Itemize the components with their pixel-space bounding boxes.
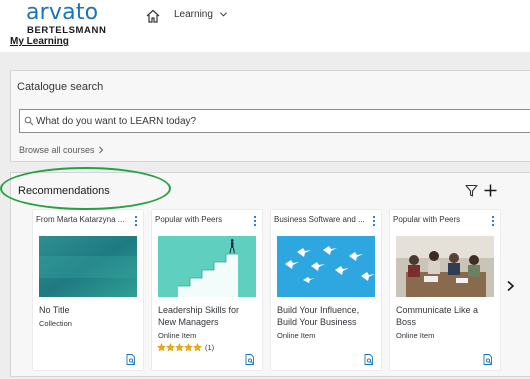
logo-main-text: arvato xyxy=(26,0,99,25)
tile-type: Online Item xyxy=(277,331,316,340)
more-options-icon[interactable] xyxy=(134,215,138,227)
star-icon xyxy=(193,343,202,352)
document-search-icon[interactable] xyxy=(483,354,493,365)
tile-type: Online Item xyxy=(396,331,435,340)
tile-header: Popular with Peers xyxy=(155,215,223,224)
browse-all-courses-label: Browse all courses xyxy=(19,145,95,155)
learning-menu-label: Learning xyxy=(174,9,213,20)
star-icon xyxy=(166,343,175,352)
browse-all-courses-link[interactable]: Browse all courses xyxy=(19,145,104,155)
tile-header: Business Software and ... xyxy=(274,215,365,224)
document-search-icon[interactable] xyxy=(364,354,374,365)
recommendation-tile[interactable]: From Marta Katarzyna ... No Title Collec… xyxy=(33,210,143,370)
logo-sub-text: BERTELSMANN xyxy=(27,25,107,36)
top-bar: arvato BERTELSMANN Learning My Learning xyxy=(0,0,530,52)
star-rating: (1) xyxy=(157,343,214,352)
star-icon xyxy=(184,343,193,352)
tile-type: Online Item xyxy=(158,331,197,340)
star-icon xyxy=(175,343,184,352)
search-box[interactable] xyxy=(19,109,530,133)
recommendation-tile[interactable]: Popular with Peers Communicate Like a Bo… xyxy=(390,210,500,370)
more-options-icon[interactable] xyxy=(491,215,495,227)
chevron-right-icon[interactable] xyxy=(506,280,515,292)
recommendation-tile[interactable]: Business Software and ... Build Your Inf… xyxy=(271,210,381,370)
rating-count: (1) xyxy=(205,343,215,352)
search-input[interactable] xyxy=(36,110,526,132)
tile-title: Communicate Like a Boss xyxy=(396,305,479,327)
tile-title: Build Your Influence, Build Your Busines… xyxy=(277,305,360,327)
filter-icon[interactable] xyxy=(465,184,478,197)
search-icon xyxy=(24,116,34,126)
more-options-icon[interactable] xyxy=(253,215,257,227)
tile-image xyxy=(396,236,494,297)
tile-image xyxy=(158,236,256,297)
catalogue-search-panel: Catalogue search Browse all courses xyxy=(10,70,530,162)
tile-title: No Title xyxy=(39,305,70,315)
tile-type: Collection xyxy=(39,319,72,328)
more-options-icon[interactable] xyxy=(372,215,376,227)
recommendation-tile[interactable]: Popular with Peers Leadership Skills for… xyxy=(152,210,262,370)
home-icon[interactable] xyxy=(145,8,161,24)
document-search-icon[interactable] xyxy=(245,354,255,365)
tile-image xyxy=(277,236,375,297)
highlight-annotation-oval xyxy=(0,167,171,210)
tile-image xyxy=(39,236,137,297)
chevron-down-icon xyxy=(219,12,227,17)
tile-header: From Marta Katarzyna ... xyxy=(36,215,125,224)
learning-menu[interactable]: Learning xyxy=(174,9,228,20)
add-icon[interactable] xyxy=(484,184,497,197)
tile-header: Popular with Peers xyxy=(393,215,461,224)
star-icon xyxy=(157,343,166,352)
document-search-icon[interactable] xyxy=(126,354,136,365)
catalogue-search-title: Catalogue search xyxy=(17,81,104,93)
tile-title: Leadership Skills for New Managers xyxy=(158,305,240,327)
chevron-right-icon xyxy=(98,146,103,154)
my-learning-link[interactable]: My Learning xyxy=(10,36,69,47)
arvato-logo[interactable]: arvato BERTELSMANN xyxy=(26,0,107,37)
